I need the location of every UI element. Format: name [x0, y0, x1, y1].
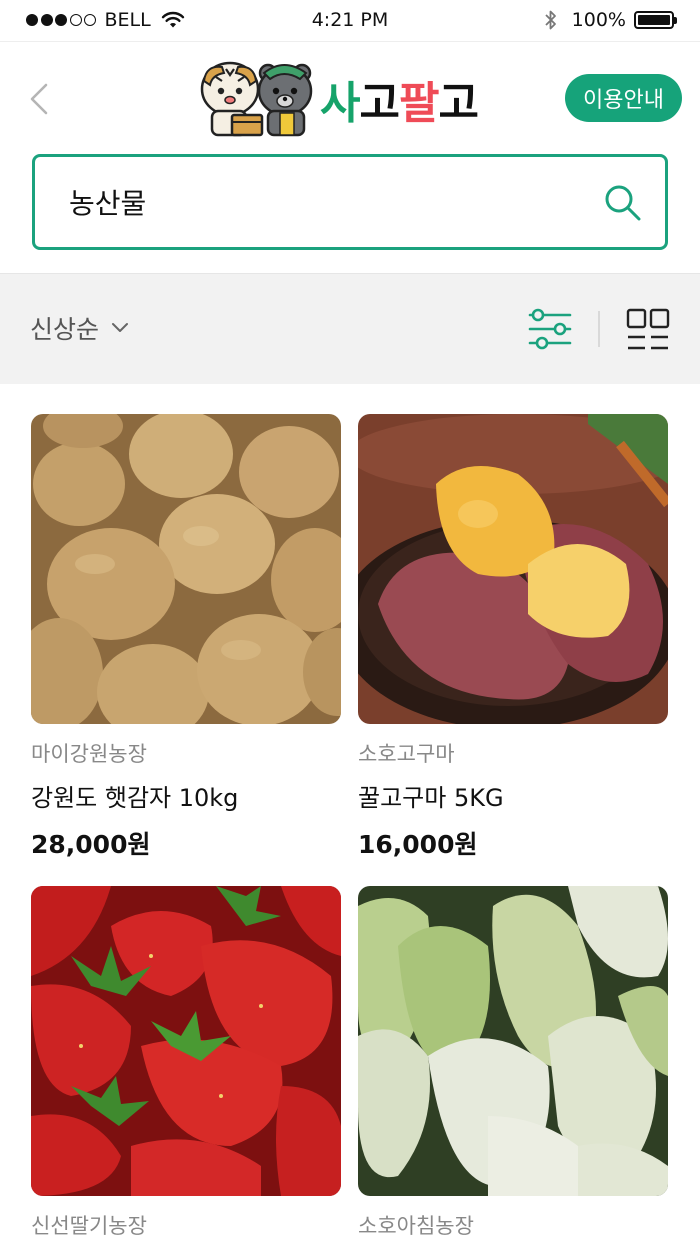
product-seller: 소호아침농장	[358, 1214, 474, 1238]
product-price: 28,000원	[31, 830, 151, 859]
product-seller: 신선딸기농장	[31, 1214, 147, 1238]
mascot-logo-icon	[200, 61, 313, 137]
search-input[interactable]	[69, 157, 589, 247]
search-box	[32, 154, 668, 250]
battery-percent: 100%	[571, 9, 626, 31]
product-image-sweet-potatoes	[358, 414, 668, 724]
product-name: 꿀고구마 5KG	[358, 784, 504, 812]
product-seller: 마이강원농장	[31, 742, 147, 766]
back-button[interactable]	[24, 77, 60, 121]
status-right: 100%	[544, 9, 677, 31]
list-toolbar: 신상순	[0, 273, 700, 384]
battery-fill	[638, 15, 670, 25]
status-bar: BELL 4:21 PM 100%	[0, 0, 700, 42]
product-card[interactable]: 신선딸기농장	[31, 886, 341, 1240]
product-card[interactable]: 소호아침농장	[358, 886, 668, 1240]
product-card[interactable]: 마이강원농장 강원도 햇감자 10kg 28,000원	[31, 414, 341, 861]
app-header: 사고팔고 이용안내	[0, 43, 700, 153]
app-logo: 사고팔고	[196, 59, 479, 139]
product-image-radishes	[358, 886, 668, 1196]
bluetooth-icon	[545, 10, 556, 30]
sort-label: 신상순	[30, 315, 100, 344]
usage-guide-button[interactable]: 이용안내	[565, 74, 682, 122]
battery-icon	[634, 11, 677, 29]
sort-dropdown[interactable]: 신상순	[30, 310, 129, 346]
logo-char: 고	[438, 78, 478, 129]
search-icon[interactable]	[603, 183, 643, 223]
logo-wordmark: 사고팔고	[320, 67, 479, 131]
grid-view-icon[interactable]	[626, 308, 670, 352]
product-name: 강원도 햇감자 10kg	[31, 784, 239, 812]
filter-sliders-icon[interactable]	[528, 308, 572, 350]
product-price: 16,000원	[358, 830, 478, 859]
logo-char: 팔	[398, 78, 439, 129]
chevron-down-icon	[112, 323, 129, 332]
product-seller: 소호고구마	[358, 742, 455, 766]
toolbar-divider	[598, 311, 600, 347]
logo-char: 고	[359, 78, 399, 129]
logo-char: 사	[320, 78, 360, 129]
product-image-potatoes	[31, 414, 341, 724]
product-image-strawberries	[31, 886, 341, 1196]
product-card[interactable]: 소호고구마 꿀고구마 5KG 16,000원	[358, 414, 668, 861]
